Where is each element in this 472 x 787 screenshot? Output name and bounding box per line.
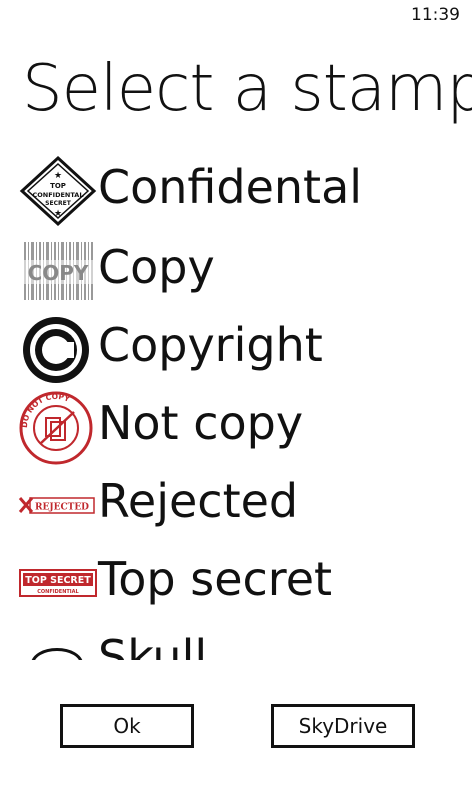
svg-text:CONFIDENTIAL: CONFIDENTIAL — [37, 589, 79, 595]
stamp-item-top-secret[interactable]: TOP SECRET CONFIDENTIAL Top secret — [18, 544, 458, 622]
status-bar: 11:39 — [0, 0, 472, 32]
status-time: 11:39 — [411, 5, 460, 25]
svg-text:CONFIDENTAL: CONFIDENTAL — [33, 191, 84, 199]
skull-icon — [18, 622, 98, 660]
svg-text:SECRET: SECRET — [45, 200, 72, 207]
svg-text:REJECTED: REJECTED — [35, 503, 89, 513]
copyright-symbol-icon — [18, 310, 98, 388]
rejected-stamp-icon: REJECTED — [18, 466, 98, 544]
ok-button[interactable]: Ok — [60, 704, 194, 748]
do-not-copy-stamp-icon: DO NOT COPY — [18, 388, 98, 466]
page-title: Select a stamp — [22, 52, 472, 126]
stamp-item-skull[interactable]: Skull — [18, 622, 458, 660]
svg-text:COPY: COPY — [28, 261, 89, 285]
stamp-item-copy[interactable]: COPY Copy — [18, 232, 458, 310]
confidential-stamp-icon: ★ TOP CONFIDENTAL SECRET ★ — [18, 152, 98, 230]
stamp-list[interactable]: ★ TOP CONFIDENTAL SECRET ★ Confidental C… — [0, 152, 472, 660]
svg-text:TOP SECRET: TOP SECRET — [25, 575, 91, 586]
skydrive-button[interactable]: SkyDrive — [271, 704, 415, 748]
stamp-item-not-copy[interactable]: DO NOT COPY Not copy — [18, 388, 458, 466]
svg-text:★: ★ — [54, 171, 62, 181]
stamp-label-not-copy: Not copy — [98, 396, 304, 450]
stamp-label-confidental: Confidental — [98, 160, 363, 214]
stamp-label-skull: Skull — [98, 630, 208, 660]
stamp-item-copyright[interactable]: Copyright — [18, 310, 458, 388]
top-secret-stamp-icon: TOP SECRET CONFIDENTIAL — [18, 544, 98, 622]
stamp-label-rejected: Rejected — [98, 474, 299, 528]
stamp-label-top-secret: Top secret — [98, 552, 333, 606]
stamp-label-copy: Copy — [98, 240, 215, 294]
button-bar: Ok SkyDrive — [0, 704, 472, 752]
svg-text:★: ★ — [54, 209, 62, 219]
stamp-item-rejected[interactable]: REJECTED Rejected — [18, 466, 458, 544]
stamp-label-copyright: Copyright — [98, 318, 323, 372]
copy-barcode-stamp-icon: COPY — [18, 232, 98, 310]
stamp-item-confidental[interactable]: ★ TOP CONFIDENTAL SECRET ★ Confidental — [18, 152, 458, 230]
svg-text:TOP: TOP — [50, 182, 66, 190]
